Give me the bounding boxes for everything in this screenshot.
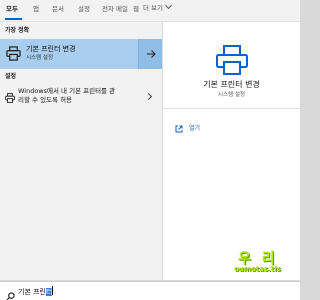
preview-divider bbox=[163, 108, 300, 109]
open-details-button[interactable] bbox=[138, 39, 162, 69]
settings-result[interactable]: Windows에서 내 기본 프린터를 관 리할 수 있도록 허용 bbox=[0, 86, 162, 110]
arrow-right-icon bbox=[147, 50, 156, 58]
tab-apps[interactable]: 앱 bbox=[33, 5, 39, 14]
tab-settings[interactable]: 설정 bbox=[78, 5, 90, 14]
watermark-top: 우 리 bbox=[238, 251, 278, 267]
best-match-title: 기본 프린터 변경 bbox=[26, 45, 76, 53]
preview-subtitle: 시스템 설정 bbox=[217, 92, 246, 98]
tab-all[interactable]: 모두 bbox=[6, 5, 18, 14]
search-box[interactable]: 기본 프린터 bbox=[0, 281, 300, 300]
printer-large-icon bbox=[215, 44, 249, 80]
settings-result-text: Windows에서 내 기본 프린터를 관 리할 수 있도록 허용 bbox=[18, 87, 136, 105]
active-tab-indicator bbox=[5, 18, 22, 20]
printer-icon bbox=[6, 46, 21, 65]
settings-result-line2: 리할 수 있도록 허용 bbox=[18, 96, 73, 104]
best-match-result[interactable]: 기본 프린터 변경 시스템 설정 bbox=[0, 39, 162, 69]
search-input[interactable]: 기본 프린터 bbox=[18, 286, 54, 297]
settings-result-line1: Windows에서 내 기본 프린터를 관 bbox=[18, 87, 116, 95]
tab-documents[interactable]: 문서 bbox=[52, 5, 64, 14]
best-match-heading: 가장 정확 bbox=[5, 27, 30, 34]
tab-web[interactable]: 웹 bbox=[133, 5, 139, 14]
more-label: 더 보기 bbox=[143, 4, 164, 12]
search-typed-text: 기본 프린 bbox=[18, 288, 46, 296]
settings-heading: 설정 bbox=[5, 73, 17, 80]
preview-panel: 기본 프린터 변경 시스템 설정 열기 bbox=[163, 22, 300, 280]
tab-email[interactable]: 전자 메일 bbox=[102, 5, 128, 14]
open-external-icon bbox=[175, 125, 183, 133]
printer-small-icon bbox=[5, 88, 15, 107]
best-match-subtitle: 시스템 설정 bbox=[26, 55, 54, 61]
results-panel: 가장 정확 기본 프린터 변경 시스템 설정 설정 Windows에서 내 기본… bbox=[0, 22, 162, 280]
preview-title: 기본 프린터 변경 bbox=[203, 80, 260, 89]
search-icon bbox=[6, 286, 15, 300]
search-scope-tabs: 모두 앱 문서 설정 전자 메일 웹 더 보기 bbox=[0, 0, 300, 22]
watermark-logo: 우 리 oumotas.tis bbox=[232, 252, 300, 278]
watermark-bottom: oumotas.tis bbox=[234, 265, 281, 273]
more-dropdown[interactable]: 더 보기 bbox=[143, 1, 173, 13]
text-caret bbox=[52, 286, 54, 295]
chevron-right-icon[interactable] bbox=[144, 92, 153, 101]
chevron-down-icon bbox=[164, 1, 173, 10]
open-label: 열기 bbox=[189, 125, 201, 132]
